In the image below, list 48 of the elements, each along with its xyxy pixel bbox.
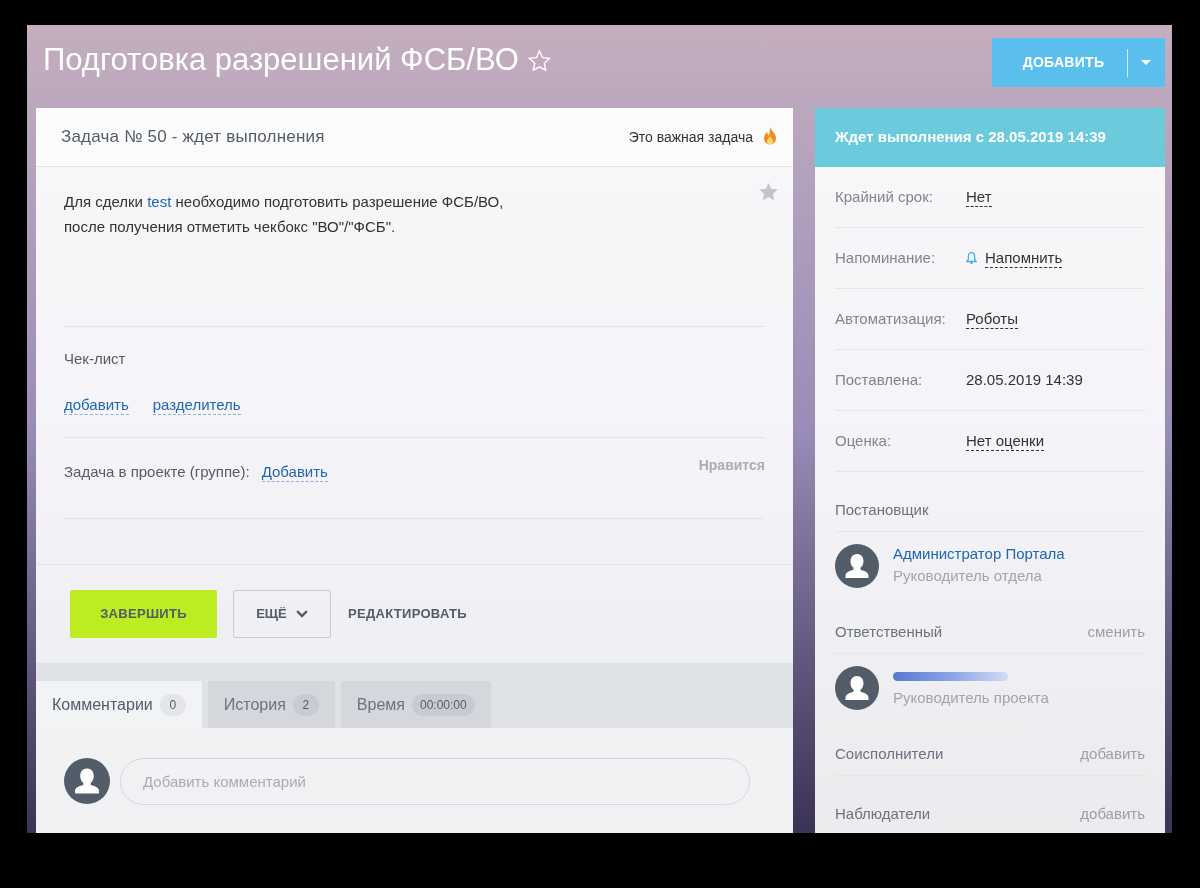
tab[interactable]: История 2 <box>207 681 335 728</box>
tab-count: 2 <box>292 693 319 716</box>
field-value-link[interactable]: Роботы <box>966 309 1018 329</box>
field-label: Оценка: <box>835 430 893 451</box>
checklist-link[interactable]: разделитель <box>152 396 241 415</box>
important-label: Это важная задача <box>628 127 753 147</box>
star-icon[interactable] <box>759 183 778 201</box>
tab[interactable]: Комментарии 0 <box>36 681 202 728</box>
avatar-icon <box>835 666 879 710</box>
star-outline-icon[interactable] <box>527 49 551 71</box>
task-title: Задача № 50 - ждет выполнения <box>61 126 325 149</box>
reminder-link[interactable]: Напомнить <box>985 248 1063 268</box>
page-title: Подготовка разрешений ФСБ/ВО <box>43 41 519 79</box>
deal-link[interactable]: test <box>147 193 172 210</box>
project-label: Задача в проекте (группе): <box>64 463 250 481</box>
role-title: Соисполнители <box>835 745 944 763</box>
field-label: Напоминание: <box>835 247 937 268</box>
add-project-link[interactable]: Добавить <box>261 463 328 482</box>
role-title: Постановщик <box>835 501 929 519</box>
comment-input[interactable]: Добавить комментарий <box>120 758 750 805</box>
caret-down-icon <box>1141 60 1151 65</box>
field-label: Поставлена: <box>835 369 924 390</box>
status-header: Ждет выполнения с 28.05.2019 14:39 <box>815 108 1165 167</box>
avatar-icon <box>64 758 110 804</box>
checklist-title: Чек-лист <box>64 350 126 368</box>
role-title: Ответственный <box>835 623 943 641</box>
field-label: Автоматизация: <box>835 308 947 329</box>
tab-count: 0 <box>159 693 186 716</box>
avatar-icon <box>835 544 879 588</box>
dropdown-button[interactable] <box>1127 38 1165 87</box>
field-value-link[interactable]: Нет оценки <box>966 431 1045 451</box>
person-position: Руководитель проекта <box>893 688 1049 708</box>
more-button[interactable]: ЕЩЁ <box>233 590 331 638</box>
chevron-down-icon <box>295 610 308 618</box>
tab-count: 00:00:00 <box>411 693 475 716</box>
person-name-link[interactable]: Администратор Портала <box>893 544 1065 564</box>
role-title: Наблюдатели <box>835 805 931 823</box>
checklist-link[interactable]: добавить <box>64 396 129 415</box>
field-value-link[interactable]: Нет <box>966 187 992 207</box>
edit-button[interactable]: РЕДАКТИРОВАТЬ <box>348 590 467 638</box>
bell-icon <box>966 251 977 265</box>
complete-button[interactable]: ЗАВЕРШИТЬ <box>70 590 217 638</box>
tab[interactable]: Время 00:00:00 <box>340 681 491 728</box>
flame-icon <box>762 127 778 147</box>
field-label: Крайний срок: <box>835 186 934 207</box>
task-description: Для сделки test необходимо подготовить разрешение ФСБ/ВО, после получения отметить чекбокс "ВО"/"ФСБ". <box>64 192 504 237</box>
person-position: Руководитель отдела <box>893 566 1043 586</box>
field-value: 28.05.2019 14:39 <box>966 369 1083 390</box>
